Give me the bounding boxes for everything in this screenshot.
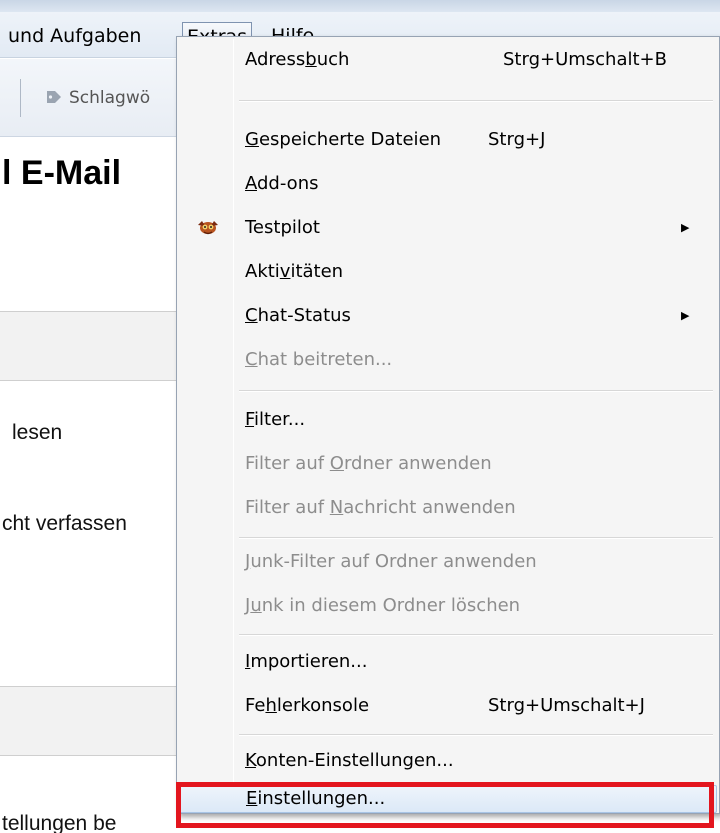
menu-separator [239, 100, 713, 102]
menu-item-label: Filter... [245, 409, 306, 430]
menu-item-filter-auf-ordner[interactable]: Filter auf Ordner anwenden [179, 444, 717, 484]
submenu-arrow-icon: ▶ [681, 309, 690, 322]
testpilot-icon [198, 221, 218, 235]
menu-item-label: Chat-Status [245, 305, 351, 326]
tag-icon [47, 91, 61, 103]
link-nachricht-verfassen[interactable]: cht verfassen [2, 512, 127, 536]
menu-item-label: Importieren... [245, 651, 368, 672]
menu-item-label: Aktivitäten [245, 261, 344, 282]
menu-item-label: Testpilot [245, 217, 320, 238]
menu-item-label: Fehlerkonsole [245, 695, 370, 716]
menu-item-chat-beitreten[interactable]: Chat beitreten... [179, 340, 717, 380]
menu-item-aktivitaeten[interactable]: Aktivitäten [179, 252, 717, 292]
menu-item-shortcut: Strg+Umschalt+B [503, 49, 667, 70]
tag-button[interactable]: Schlagwö [46, 83, 150, 113]
menu-item-adressbuch[interactable]: Adressbuch Strg+Umschalt+B [179, 40, 717, 80]
menu-item-gespeicherte-dateien[interactable]: Gespeicherte Dateien Strg+J [179, 120, 717, 160]
menu-item-konten-einstellungen[interactable]: Konten-Einstellungen... [179, 741, 717, 781]
menu-item-shortcut: Strg+J [488, 129, 546, 150]
menu-item-label: Konten-Einstellungen... [245, 750, 454, 771]
menu-item-testpilot[interactable]: Testpilot ▶ [179, 208, 717, 248]
menu-separator [239, 734, 713, 736]
link-einstellungen-bearbeiten[interactable]: tellungen be [2, 812, 116, 833]
menu-item-filter-auf-nachricht[interactable]: Filter auf Nachricht anwenden [179, 488, 717, 528]
menu-item-shortcut: Strg+Umschalt+J [488, 695, 645, 716]
toolbar-separator [20, 79, 21, 117]
menu-separator [239, 634, 713, 636]
menu-termine-und-aufgaben[interactable]: und Aufgaben [8, 22, 141, 50]
extras-menu: Adressbuch Strg+Umschalt+B Gespeicherte … [176, 36, 720, 814]
menu-item-junk-loeschen[interactable]: Junk in diesem Ordner löschen [179, 586, 717, 626]
menu-item-label: Add-ons [245, 173, 319, 194]
window-title-strip [0, 0, 720, 12]
menu-item-label: Gespeicherte Dateien [245, 129, 442, 150]
menu-item-label: Filter auf Nachricht anwenden [245, 497, 516, 518]
menu-item-junk-filter-ordner[interactable]: Junk-Filter auf Ordner anwenden [179, 542, 717, 582]
menu-item-add-ons[interactable]: Add-ons [179, 164, 717, 204]
page-title: l E-Mail [2, 154, 122, 192]
menu-separator [239, 537, 713, 539]
menu-item-importieren[interactable]: Importieren... [179, 642, 717, 682]
menu-item-chat-status[interactable]: Chat-Status ▶ [179, 296, 717, 336]
highlight-annotation [176, 782, 714, 828]
menu-item-label: Junk-Filter auf Ordner anwenden [245, 551, 537, 572]
menu-item-label: Junk in diesem Ordner löschen [245, 595, 521, 616]
menu-item-label: Adressbuch [245, 49, 350, 70]
link-nachrichten-lesen[interactable]: lesen [12, 421, 62, 445]
menu-separator [239, 390, 713, 392]
menu-item-label: Chat beitreten... [245, 349, 393, 370]
tag-button-label: Schlagwö [69, 88, 151, 108]
menu-item-filter[interactable]: Filter... [179, 400, 717, 440]
menu-item-label: Filter auf Ordner anwenden [245, 453, 492, 474]
menu-item-fehlerkonsole[interactable]: Fehlerkonsole Strg+Umschalt+J [179, 686, 717, 726]
submenu-arrow-icon: ▶ [681, 221, 690, 234]
